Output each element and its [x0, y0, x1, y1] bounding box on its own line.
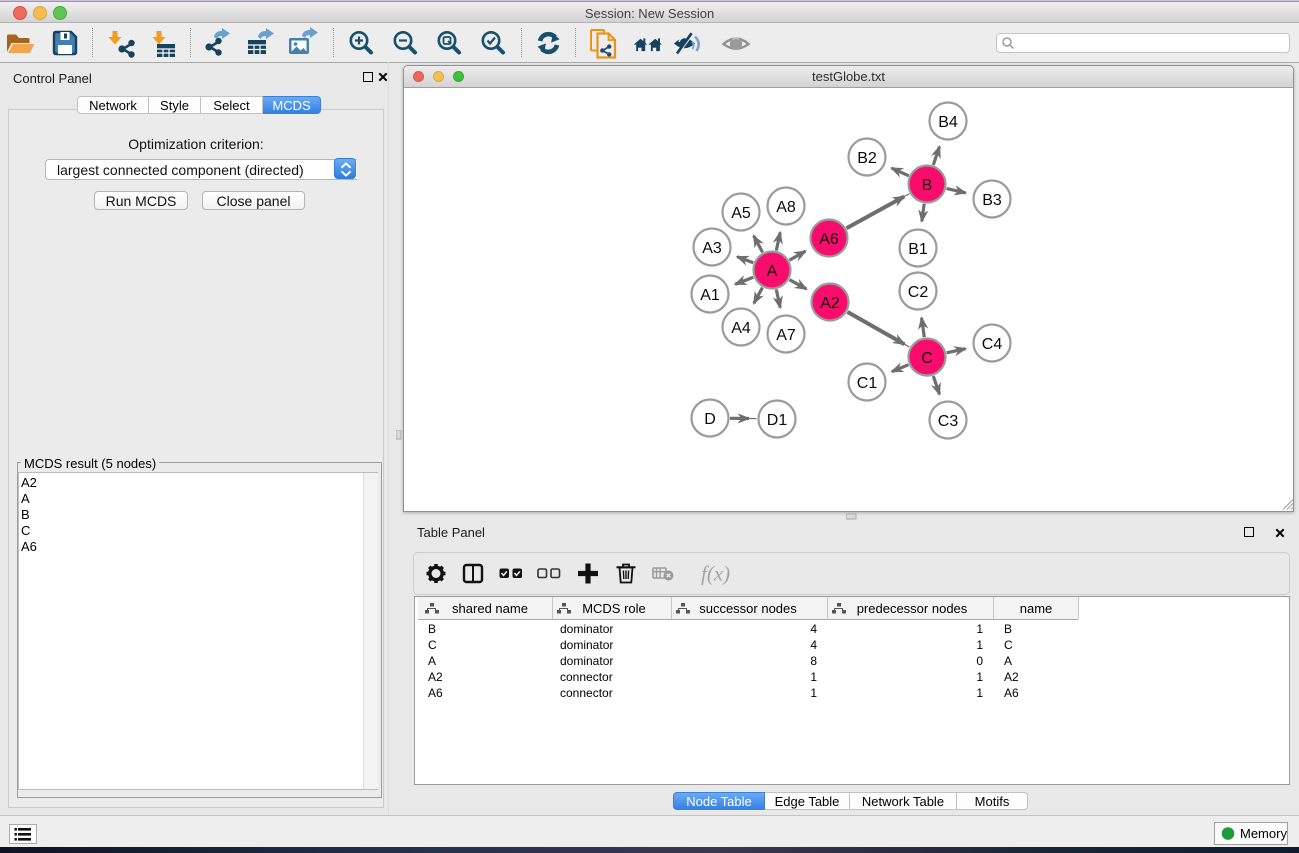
svg-text:MCDS role: MCDS role	[582, 601, 646, 616]
svg-text:B4: B4	[938, 114, 958, 131]
svg-text:A2: A2	[820, 295, 840, 312]
svg-text:0: 0	[976, 654, 983, 668]
svg-text:A: A	[1004, 654, 1012, 668]
svg-text:B: B	[428, 622, 436, 636]
svg-text:A6: A6	[819, 231, 839, 248]
svg-text:shared name: shared name	[452, 601, 528, 616]
svg-text:connector: connector	[560, 686, 613, 700]
svg-text:A7: A7	[776, 327, 796, 344]
svg-text:C: C	[428, 638, 437, 652]
svg-text:1: 1	[976, 638, 983, 652]
svg-text:A3: A3	[702, 240, 722, 257]
svg-text:A4: A4	[731, 320, 751, 337]
svg-text:4: 4	[810, 622, 817, 636]
svg-text:C2: C2	[908, 284, 929, 301]
svg-text:8: 8	[810, 654, 817, 668]
svg-text:A5: A5	[731, 205, 751, 222]
svg-text:A2: A2	[428, 670, 443, 684]
svg-text:C3: C3	[938, 413, 959, 430]
svg-text:B: B	[1004, 622, 1012, 636]
svg-text:B2: B2	[857, 150, 877, 167]
svg-text:C1: C1	[857, 375, 878, 392]
svg-text:B3: B3	[982, 192, 1002, 209]
svg-text:C: C	[1004, 638, 1013, 652]
svg-text:D1: D1	[767, 412, 788, 429]
svg-text:Memory: Memory	[1240, 826, 1287, 841]
svg-text:D: D	[704, 411, 716, 428]
svg-text:dominator: dominator	[560, 638, 613, 652]
svg-text:1: 1	[976, 670, 983, 684]
svg-text:A6: A6	[1004, 686, 1019, 700]
svg-text:name: name	[1020, 601, 1053, 616]
svg-text:B1: B1	[908, 241, 928, 258]
svg-text:1: 1	[810, 686, 817, 700]
svg-text:1: 1	[810, 670, 817, 684]
svg-text:f(x): f(x)	[701, 562, 730, 586]
svg-text:dominator: dominator	[560, 622, 613, 636]
svg-text:A6: A6	[428, 686, 443, 700]
svg-text:C4: C4	[982, 336, 1003, 353]
svg-text:1: 1	[976, 686, 983, 700]
svg-text:connector: connector	[560, 670, 613, 684]
svg-text:successor nodes: successor nodes	[699, 601, 797, 616]
svg-text:4: 4	[810, 638, 817, 652]
svg-text:A1: A1	[700, 287, 720, 304]
svg-text:C: C	[921, 350, 933, 367]
svg-text:A: A	[428, 654, 436, 668]
svg-text:1: 1	[976, 622, 983, 636]
svg-text:A2: A2	[1004, 670, 1019, 684]
svg-text:A: A	[767, 263, 778, 280]
svg-text:predecessor nodes: predecessor nodes	[857, 601, 968, 616]
svg-text:A8: A8	[776, 199, 796, 216]
svg-text:dominator: dominator	[560, 654, 613, 668]
svg-text:B: B	[922, 177, 933, 194]
